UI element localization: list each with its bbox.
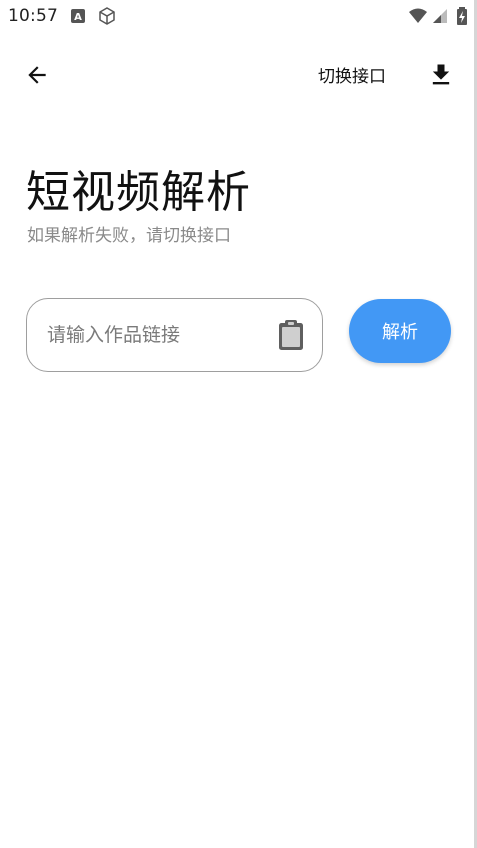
battery-charging-icon bbox=[456, 6, 470, 26]
download-icon bbox=[432, 64, 450, 85]
back-button[interactable] bbox=[20, 58, 54, 92]
svg-text:A: A bbox=[74, 12, 82, 23]
status-time: 10:57 bbox=[8, 6, 58, 26]
switch-api-button[interactable]: 切换接口 bbox=[318, 62, 386, 87]
box-icon bbox=[97, 6, 117, 26]
arrow-left-icon bbox=[28, 66, 46, 84]
wifi-icon bbox=[408, 6, 428, 26]
clipboard-icon bbox=[279, 320, 303, 350]
link-input-container bbox=[26, 298, 323, 372]
page-subtitle: 如果解析失败，请切换接口 bbox=[27, 226, 231, 246]
link-input[interactable] bbox=[47, 317, 267, 353]
page-title: 短视频解析 bbox=[26, 167, 251, 218]
paste-button[interactable] bbox=[273, 317, 309, 353]
status-bar: 10:57 A bbox=[0, 0, 477, 32]
signal-icon bbox=[431, 6, 451, 26]
parse-button[interactable]: 解析 bbox=[349, 299, 451, 363]
top-bar: 切换接口 bbox=[0, 48, 477, 100]
app-notification-icon: A bbox=[70, 6, 90, 26]
download-button[interactable] bbox=[424, 58, 458, 92]
